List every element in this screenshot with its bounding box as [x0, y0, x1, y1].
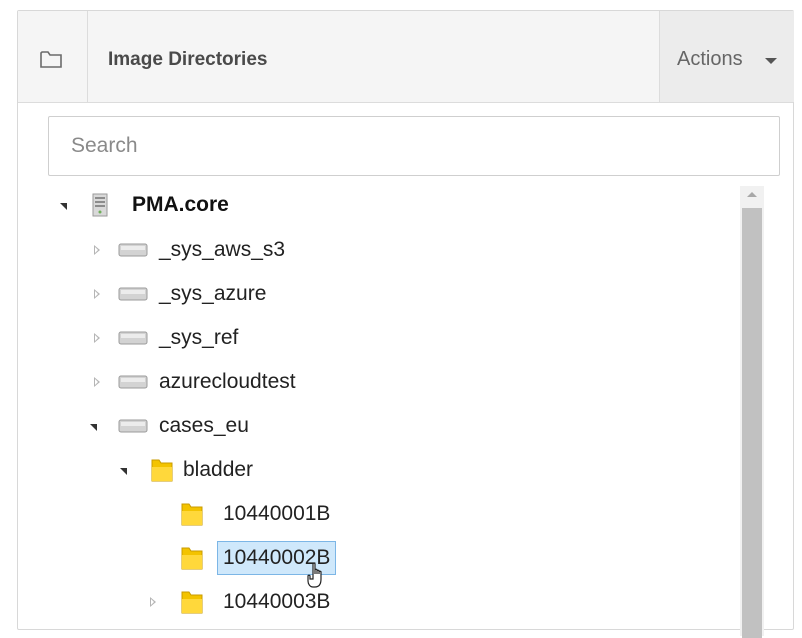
tree-node-label[interactable]: _sys_azure — [159, 280, 266, 308]
server-icon — [92, 193, 108, 217]
tree-node-label[interactable]: _sys_aws_s3 — [159, 236, 285, 264]
caret-down-icon — [765, 58, 777, 64]
folder-icon — [151, 459, 173, 482]
drive-icon — [118, 331, 148, 345]
tree-node-azurecloudtest[interactable]: azurecloudtest — [94, 368, 594, 412]
collapsed-toggle-icon[interactable] — [94, 333, 100, 343]
collapsed-toggle-icon[interactable] — [94, 289, 100, 299]
tree-node-label[interactable]: azurecloudtest — [159, 368, 296, 396]
tree-node-sys-azure[interactable]: _sys_azure — [94, 280, 594, 324]
collapsed-toggle-icon[interactable] — [94, 245, 100, 255]
tree-node-10440001b[interactable]: 10440001B — [180, 500, 580, 544]
actions-label: Actions — [677, 48, 743, 70]
expanded-toggle-icon[interactable] — [90, 424, 97, 431]
tree-node-sys-ref[interactable]: _sys_ref — [94, 324, 594, 368]
panel-title: Image Directories — [108, 49, 268, 70]
collapsed-toggle-icon[interactable] — [150, 597, 156, 607]
scroll-up-arrow-icon[interactable] — [747, 192, 757, 197]
folder-icon — [181, 503, 203, 526]
folder-icon — [181, 591, 203, 614]
tree-node-label[interactable]: bladder — [183, 456, 253, 484]
header-icon-cell — [18, 11, 88, 102]
tree-node-label[interactable]: 10440003B — [223, 588, 330, 616]
tree-node-cases-eu[interactable]: cases_eu — [90, 412, 590, 456]
hand-cursor-icon — [307, 562, 322, 588]
folder-outline-icon — [40, 51, 62, 68]
drive-icon — [118, 287, 148, 301]
tree-node-label[interactable]: 10440001B — [223, 500, 330, 528]
drive-icon — [118, 375, 148, 389]
tree-node-label[interactable]: _sys_ref — [159, 324, 238, 352]
actions-dropdown-button[interactable]: Actions — [659, 11, 794, 102]
expanded-toggle-icon[interactable] — [60, 203, 67, 210]
drive-icon — [118, 243, 148, 257]
tree-node-label[interactable]: PMA.core — [132, 191, 229, 219]
tree-node-10440002b[interactable]: 10440002B — [180, 541, 580, 588]
tree-node-10440003b[interactable]: 10440003B — [150, 588, 550, 632]
collapsed-toggle-icon[interactable] — [94, 377, 100, 387]
tree-node-bladder[interactable]: bladder — [120, 456, 620, 500]
folder-icon — [181, 547, 203, 570]
tree-scrollbar[interactable] — [740, 186, 764, 638]
search-input[interactable] — [48, 116, 780, 176]
tree-node-label[interactable]: cases_eu — [159, 412, 249, 440]
scrollbar-thumb[interactable] — [742, 208, 762, 638]
expanded-toggle-icon[interactable] — [120, 468, 127, 475]
panel-header: Image Directories Actions — [18, 11, 794, 103]
tree-node-root[interactable]: PMA.core — [60, 191, 660, 235]
drive-icon — [118, 419, 148, 433]
tree-node-sys-aws-s3[interactable]: _sys_aws_s3 — [94, 236, 594, 280]
